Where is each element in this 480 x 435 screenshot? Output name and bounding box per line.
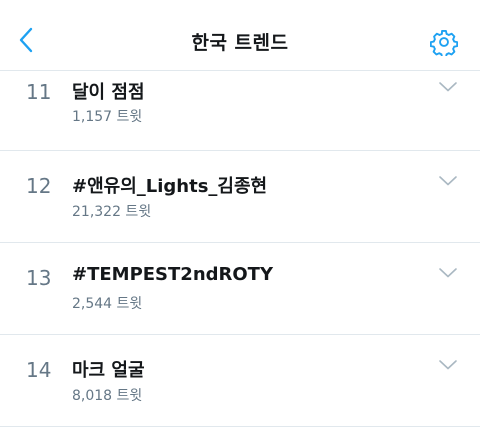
trends-screen: 11 달이 점점 1,157 트윗 12 #앤유의_Lights_김종현 21,…: [0, 0, 480, 435]
gear-icon: [430, 29, 458, 56]
chevron-down-icon[interactable]: [438, 266, 458, 280]
trend-list: 11 달이 점점 1,157 트윗 12 #앤유의_Lights_김종현 21,…: [0, 58, 480, 427]
trend-name: #앤유의_Lights_김종현: [72, 176, 268, 197]
top-navigation-bar: 한국 트렌드: [0, 0, 480, 71]
trend-rank: 11: [26, 80, 52, 104]
trend-tweet-count: 1,157 트윗: [72, 109, 143, 125]
page-title: 한국 트렌드: [191, 32, 289, 54]
trend-item[interactable]: 14 마크 얼굴 8,018 트윗: [0, 335, 480, 427]
chevron-down-icon[interactable]: [438, 358, 458, 372]
trend-item[interactable]: 11 달이 점점 1,157 트윗: [0, 58, 480, 151]
settings-button[interactable]: [428, 26, 460, 58]
chevron-down-icon[interactable]: [438, 174, 458, 188]
trend-rank: 13: [26, 266, 52, 290]
trend-tweet-count: 8,018 트윗: [72, 388, 143, 404]
chevron-down-icon[interactable]: [438, 80, 458, 94]
trend-name: #TEMPEST2ndROTY: [72, 264, 273, 285]
trend-tweet-count: 2,544 트윗: [72, 296, 143, 312]
trend-tweet-count: 21,322 트윗: [72, 204, 152, 220]
trend-name: 달이 점점: [72, 82, 145, 103]
trend-item[interactable]: 13 #TEMPEST2ndROTY 2,544 트윗: [0, 243, 480, 335]
trend-rank: 12: [26, 174, 52, 198]
trend-rank: 14: [26, 358, 52, 382]
trend-name: 마크 얼굴: [72, 360, 145, 381]
trend-item[interactable]: 12 #앤유의_Lights_김종현 21,322 트윗: [0, 151, 480, 243]
